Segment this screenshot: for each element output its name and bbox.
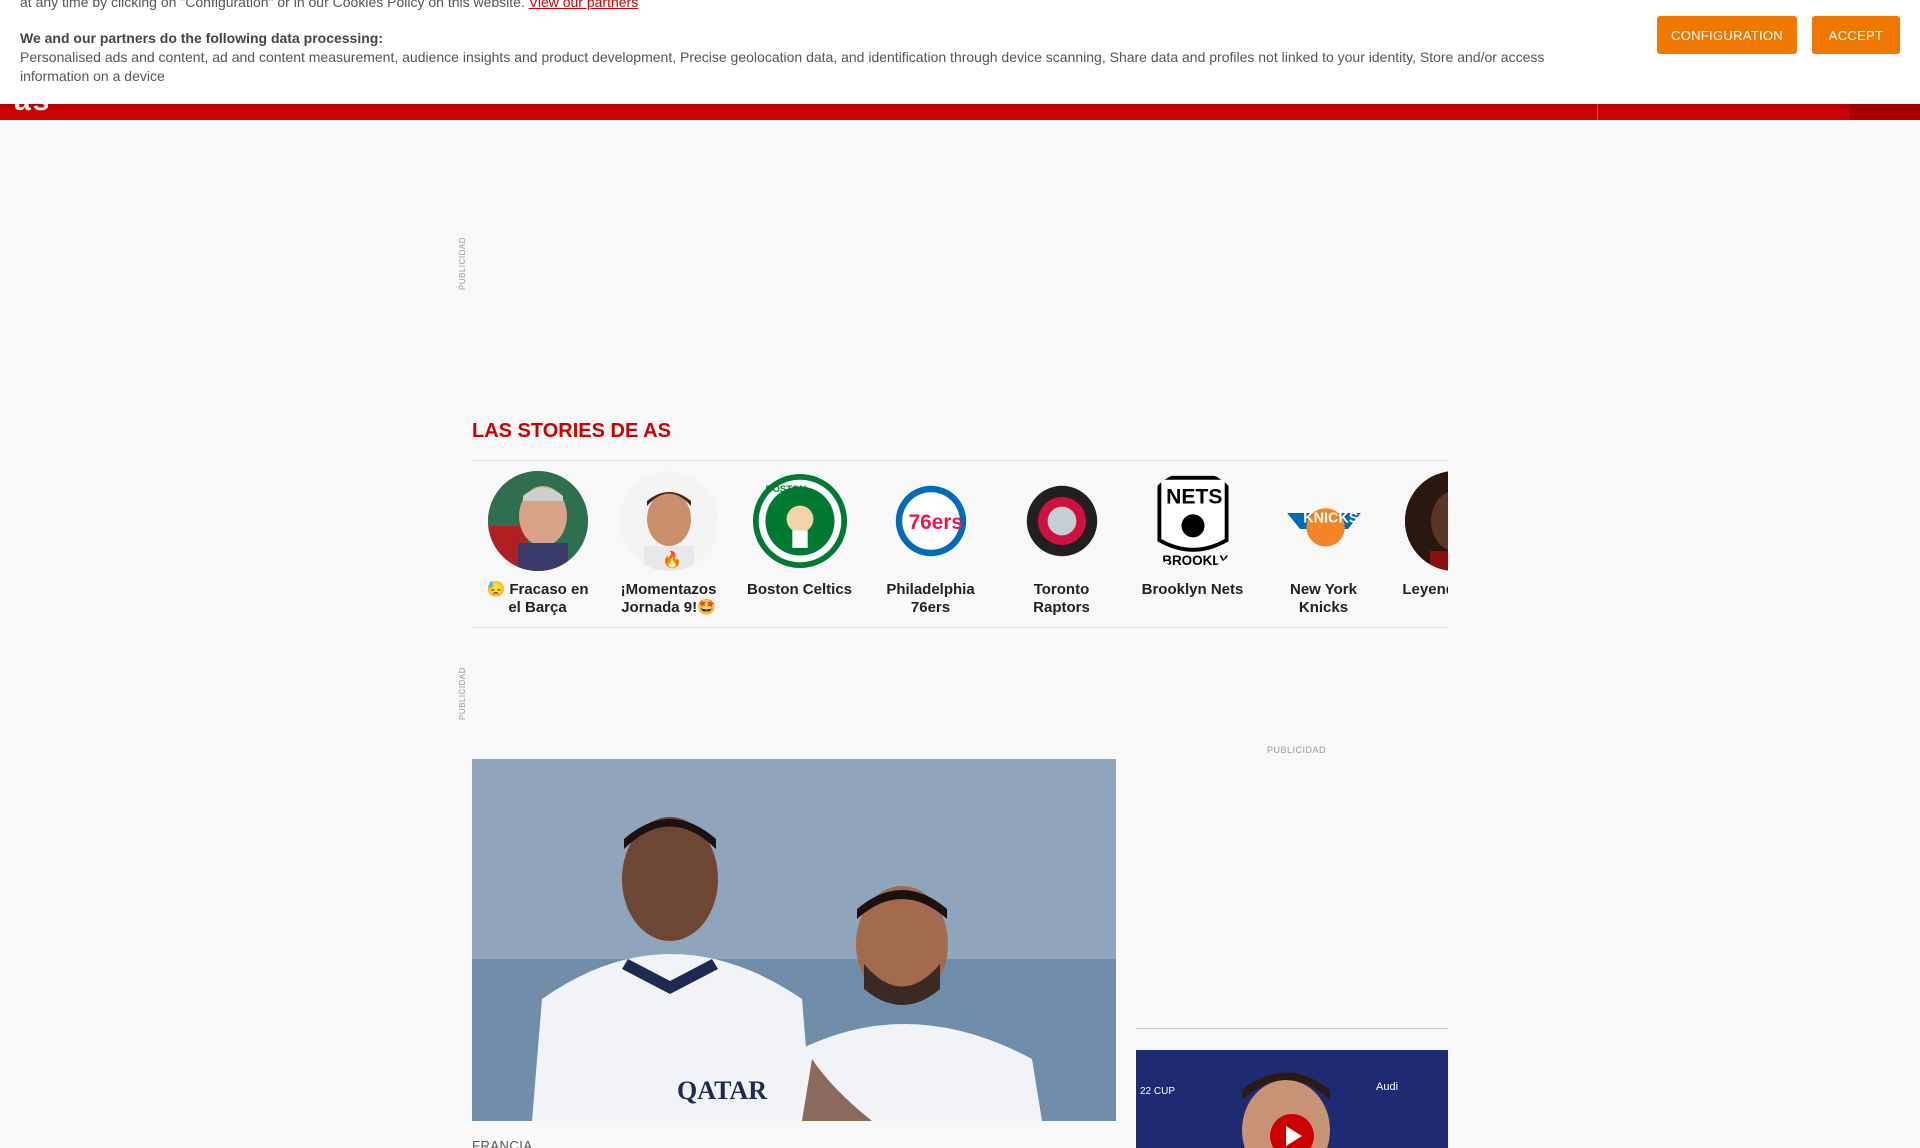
76ers-logo-icon: 76ers bbox=[881, 471, 981, 571]
story-item[interactable]: KNICKS New York Knicks bbox=[1258, 471, 1389, 617]
stories-carousel[interactable]: 😓 Fracaso en el Barça 🔥 ¡Momentazos Jorn… bbox=[472, 460, 1448, 628]
story-label: Toronto Raptors bbox=[1033, 581, 1090, 616]
stories-title: LAS STORIES DE AS bbox=[472, 420, 671, 442]
story-item[interactable]: NETS BROOKLYN Brooklyn Nets bbox=[1127, 471, 1258, 599]
story-avatar bbox=[487, 471, 588, 571]
story-item[interactable]: BOSTON Boston Celtics bbox=[734, 471, 865, 599]
article-image[interactable]: QATAR bbox=[472, 759, 1116, 1121]
svg-text:NETS: NETS bbox=[1166, 486, 1222, 509]
story-item[interactable]: Toronto Raptors bbox=[996, 471, 1127, 617]
story-label: Leyend mate a L bbox=[1402, 581, 1448, 598]
cookie-consent-banner: at any time by clicking on "Configuratio… bbox=[0, 0, 1920, 104]
consent-heading: We and our partners do the following dat… bbox=[20, 30, 383, 46]
consent-intro-copy: at any time by clicking on "Configuratio… bbox=[20, 0, 525, 10]
story-label: Philadelphia 76ers bbox=[886, 581, 975, 616]
story-label: Brooklyn Nets bbox=[1141, 581, 1244, 598]
nets-logo-icon: NETS BROOKLYN bbox=[1143, 471, 1243, 571]
story-label: Boston Celtics bbox=[746, 581, 852, 598]
view-partners-link[interactable]: View our partners bbox=[529, 0, 638, 10]
ad-label-sidebar: PUBLICIDAD bbox=[1267, 745, 1327, 755]
svg-text:22 CUP: 22 CUP bbox=[1140, 1086, 1175, 1097]
accept-button[interactable]: ACCEPT bbox=[1812, 16, 1900, 54]
story-label: ¡Momentazos Jornada 9!🤩 bbox=[620, 581, 717, 616]
story-avatar bbox=[1404, 471, 1448, 571]
knicks-logo-icon: KNICKS bbox=[1274, 471, 1374, 571]
story-item[interactable]: Leyend mate a L bbox=[1389, 471, 1448, 617]
sidebar-video-thumbnail[interactable]: Audi 22 CUP bbox=[1136, 1050, 1448, 1148]
story-avatar: 🔥 bbox=[618, 471, 719, 571]
svg-text:76ers: 76ers bbox=[908, 511, 962, 534]
configuration-button[interactable]: CONFIGURATION bbox=[1657, 16, 1797, 54]
ad-label-middle: PUBLICIDAD bbox=[458, 666, 467, 720]
consent-purposes-text: Personalised ads and content, ad and con… bbox=[20, 49, 1545, 84]
svg-text:KNICKS: KNICKS bbox=[1303, 511, 1359, 527]
story-item[interactable]: 76ers Philadelphia 76ers bbox=[865, 471, 996, 617]
consent-intro-text: at any time by clicking on "Configuratio… bbox=[20, 0, 638, 10]
article-section-label[interactable]: FRANCIA bbox=[472, 1138, 533, 1148]
story-item[interactable]: 😓 Fracaso en el Barça bbox=[472, 471, 603, 617]
svg-text:QATAR: QATAR bbox=[677, 1076, 767, 1105]
svg-text:BOSTON: BOSTON bbox=[765, 484, 806, 495]
sidebar-divider bbox=[1136, 1028, 1448, 1029]
story-label: 😓 Fracaso en el Barça bbox=[486, 581, 589, 616]
svg-text:BROOKLYN: BROOKLYN bbox=[1162, 553, 1233, 568]
ad-label-top: PUBLICIDAD bbox=[458, 236, 467, 290]
svg-text:🔥: 🔥 bbox=[662, 550, 682, 569]
celtics-logo-icon: BOSTON bbox=[750, 471, 850, 571]
raptors-logo-icon bbox=[1012, 471, 1112, 571]
story-label: New York Knicks bbox=[1290, 581, 1357, 616]
story-item[interactable]: 🔥 ¡Momentazos Jornada 9!🤩 bbox=[603, 471, 734, 617]
svg-text:Audi: Audi bbox=[1376, 1081, 1398, 1093]
